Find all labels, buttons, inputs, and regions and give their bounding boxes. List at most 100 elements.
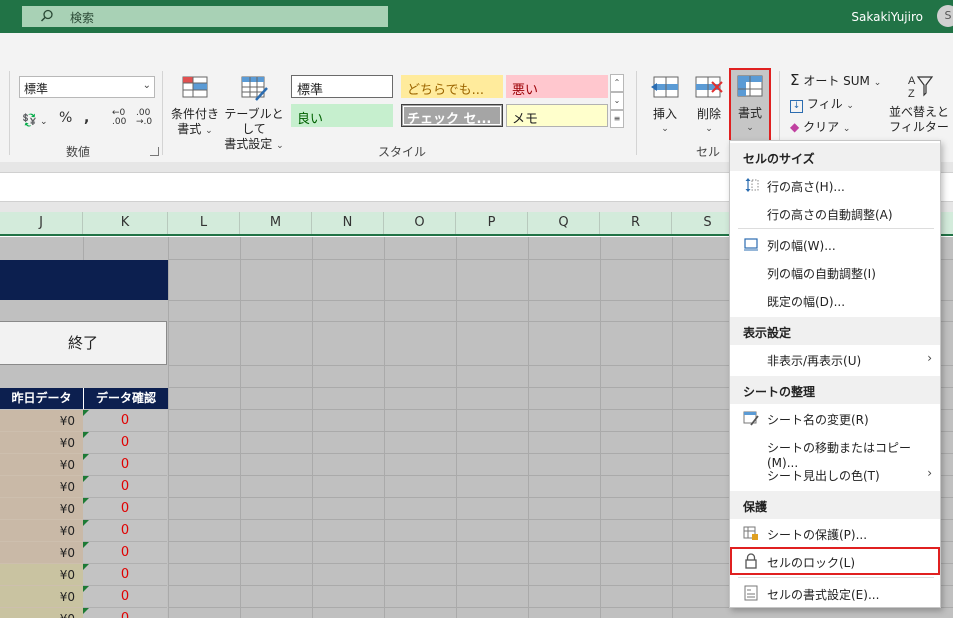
delete-button[interactable]: 削除 ⌄ xyxy=(690,73,728,137)
cell-yesterday-amount[interactable]: ¥0 xyxy=(0,542,83,564)
avatar[interactable]: S xyxy=(937,5,953,27)
ribbon-separator xyxy=(636,71,637,155)
cell-data-check[interactable]: 0 xyxy=(83,476,167,498)
column-header-r[interactable]: R xyxy=(600,212,672,234)
chevron-right-icon: › xyxy=(927,351,932,365)
cell-data-check[interactable]: 0 xyxy=(83,542,167,564)
format-button[interactable]: 書式 ⌄ xyxy=(729,68,771,142)
cell-yesterday-amount[interactable]: ¥0 xyxy=(0,410,83,432)
insert-label: 挿入 xyxy=(652,107,677,121)
search-icon xyxy=(40,9,53,22)
chevron-down-icon: ⌄ xyxy=(842,124,851,134)
comma-style-icon[interactable]: , xyxy=(84,110,89,126)
gallery-scroll-down[interactable]: ⌄ xyxy=(610,92,624,110)
style-neutral[interactable]: どちらでも... xyxy=(401,75,503,98)
decrease-decimal-icon[interactable]: .00 →.0 xyxy=(136,109,152,127)
header-yesterday-data: 昨日データ xyxy=(0,388,83,409)
currency-format-icon[interactable]: 💱 xyxy=(22,113,37,127)
sort-filter-label: 並べ替えと xyxy=(888,105,949,119)
cell-yesterday-amount[interactable]: ¥0 xyxy=(0,586,83,608)
grid-line xyxy=(528,237,529,618)
menu-item-col-autofit[interactable]: 列の幅の自動調整(I) xyxy=(730,258,940,286)
svg-text:Z: Z xyxy=(908,88,915,100)
gallery-more[interactable]: ≡ xyxy=(610,110,624,128)
error-indicator-icon xyxy=(83,432,89,438)
chevron-down-icon[interactable]: ⌄ xyxy=(40,117,48,127)
column-header-l[interactable]: L xyxy=(168,212,240,234)
column-header-k[interactable]: K xyxy=(83,212,168,234)
error-indicator-icon xyxy=(83,542,89,548)
format-as-table-button[interactable]: テーブルとして 書式設定 ⌄ xyxy=(220,73,288,154)
cell-yesterday-amount[interactable]: ¥0 xyxy=(0,476,83,498)
menu-item-hide-unhide[interactable]: 非表示/再表示(U) › xyxy=(730,345,940,373)
cell-yesterday-amount[interactable]: ¥0 xyxy=(0,498,83,520)
cell-yesterday-amount[interactable]: ¥0 xyxy=(0,520,83,542)
col-width-label: 列の幅(W)... xyxy=(767,239,836,253)
menu-item-lock-cell[interactable]: セルのロック(L) xyxy=(730,547,940,575)
column-header-j[interactable]: J xyxy=(0,212,83,234)
eraser-icon: ◆ xyxy=(790,120,800,134)
cell-data-check[interactable]: 0 xyxy=(83,454,167,476)
menu-item-col-width[interactable]: 列の幅(W)... xyxy=(730,230,940,258)
menu-item-default-width[interactable]: 既定の幅(D)... xyxy=(730,286,940,314)
insert-button[interactable]: 挿入 ⌄ xyxy=(646,73,684,137)
cell-data-check[interactable]: 0 xyxy=(83,564,167,586)
cell-data-check[interactable]: 0 xyxy=(83,410,167,432)
column-header-q[interactable]: Q xyxy=(528,212,600,234)
menu-item-move-copy[interactable]: シートの移動またはコピー(M)... xyxy=(730,432,940,470)
clear-button[interactable]: ◆ クリア ⌄ xyxy=(790,118,850,135)
number-format-select[interactable]: 標準 ⌄ xyxy=(19,76,155,98)
style-check-cell[interactable]: チェック セ... xyxy=(401,104,503,127)
column-header-o[interactable]: O xyxy=(384,212,456,234)
conditional-format-button[interactable]: 条件付き 書式 ⌄ xyxy=(170,73,220,139)
ribbon-separator xyxy=(162,71,163,155)
menu-section-cell-size: セルのサイズ xyxy=(730,143,940,171)
gallery-scroll-up[interactable]: ⌃ xyxy=(610,74,624,92)
grid-line xyxy=(384,237,385,618)
header-data-check: データ確認 xyxy=(83,388,168,409)
menu-item-row-autofit[interactable]: 行の高さの自動調整(A) xyxy=(730,199,940,227)
style-normal[interactable]: 標準 xyxy=(291,75,393,98)
column-header-m[interactable]: M xyxy=(240,212,312,234)
menu-item-rename-sheet[interactable]: シート名の変更(R) xyxy=(730,404,940,432)
menu-item-format-cells[interactable]: セルの書式設定(E)... xyxy=(730,579,940,607)
clear-label: クリア xyxy=(803,120,840,134)
error-indicator-icon xyxy=(83,476,89,482)
cell-data-check-value: 0 xyxy=(120,589,130,604)
chevron-down-icon: ⌄ xyxy=(846,101,854,111)
chevron-down-icon: ⌄ xyxy=(873,78,882,88)
column-header-p[interactable]: P xyxy=(456,212,528,234)
autosum-button[interactable]: Σ オート SUM ⌄ xyxy=(790,71,881,89)
dialog-launcher-icon[interactable] xyxy=(150,147,159,156)
cell-data-check[interactable]: 0 xyxy=(83,586,167,608)
menu-item-protect-sheet[interactable]: シートの保護(P)... xyxy=(730,519,940,547)
column-header-n[interactable]: N xyxy=(312,212,384,234)
menu-item-tab-color[interactable]: シート見出しの色(T) › xyxy=(730,460,940,488)
cell-data-check[interactable]: 0 xyxy=(83,498,167,520)
style-note[interactable]: メモ xyxy=(506,104,608,127)
menu-section-protect: 保護 xyxy=(730,491,940,519)
style-good[interactable]: 良い xyxy=(291,104,393,127)
percent-icon[interactable]: % xyxy=(59,110,72,126)
cell-yesterday-amount[interactable]: ¥0 xyxy=(0,454,83,476)
fill-button[interactable]: ↓ フィル ⌄ xyxy=(790,95,854,113)
cell-yesterday-amount[interactable]: ¥0 xyxy=(0,564,83,586)
rename-sheet-label: シート名の変更(R) xyxy=(767,413,869,427)
menu-item-row-height[interactable]: 行の高さ(H)... xyxy=(730,171,940,199)
user-name[interactable]: SakakiYujiro xyxy=(851,10,923,24)
search-box[interactable]: 検索 xyxy=(22,6,388,27)
col-autofit-label: 列の幅の自動調整(I) xyxy=(767,267,876,281)
style-bad[interactable]: 悪い xyxy=(506,75,608,98)
cell-yesterday-amount[interactable]: ¥0 xyxy=(0,432,83,454)
cell-data-check[interactable]: 0 xyxy=(83,608,167,618)
cell-data-check-value: 0 xyxy=(120,501,130,516)
error-indicator-icon xyxy=(83,410,89,416)
end-button[interactable]: 終了 xyxy=(0,321,167,365)
delete-cells-icon xyxy=(694,73,724,103)
cell-data-check[interactable]: 0 xyxy=(83,432,167,454)
cell-data-check[interactable]: 0 xyxy=(83,520,167,542)
hide-unhide-label: 非表示/再表示(U) xyxy=(767,354,862,368)
group-label-number: 数値 xyxy=(66,145,91,159)
increase-decimal-icon[interactable]: ←0.00 xyxy=(112,109,126,127)
cell-yesterday-amount[interactable]: ¥0 xyxy=(0,608,83,618)
